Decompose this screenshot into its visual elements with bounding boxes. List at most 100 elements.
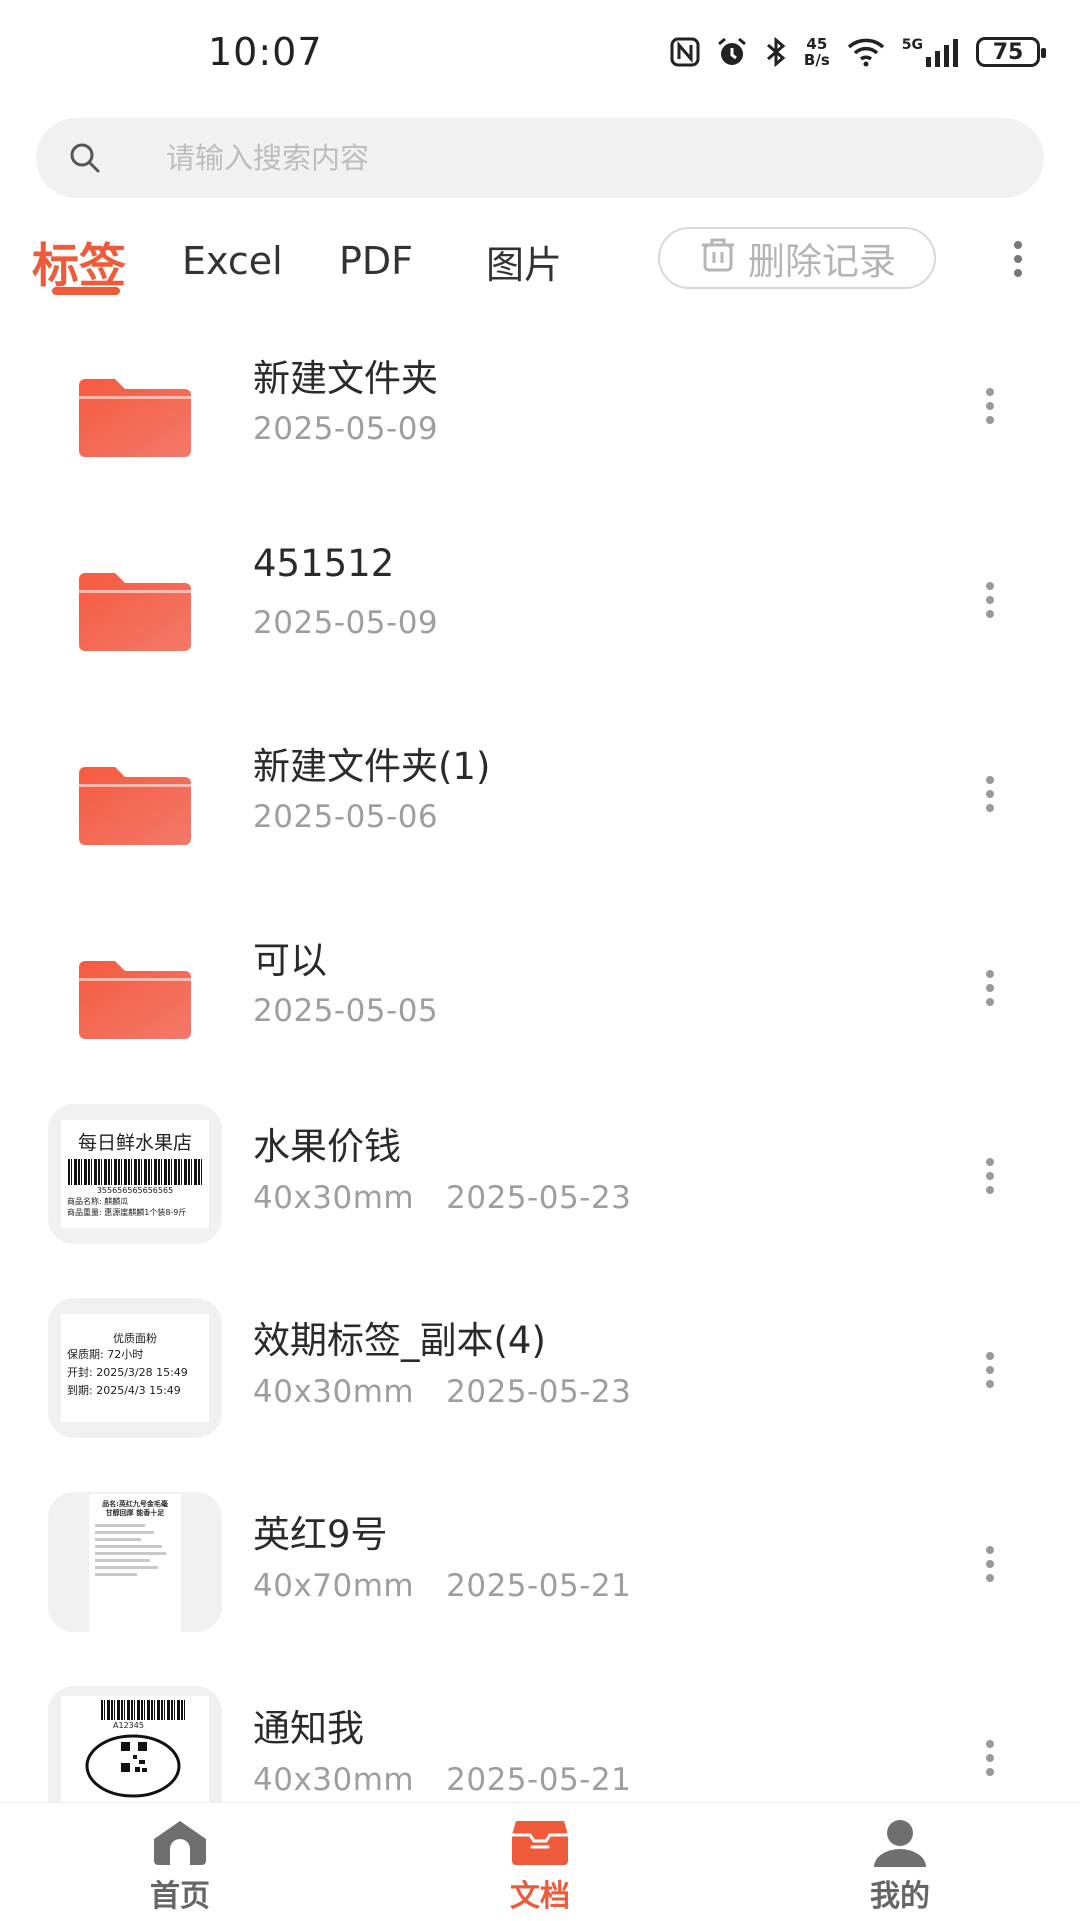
list-item[interactable]: 可以 2025-05-05: [0, 930, 1080, 1124]
status-icons: 45 B/s 5G 75: [670, 36, 1046, 68]
tab-label-text: 标签: [32, 238, 126, 294]
net-speed: 45 B/s: [804, 36, 830, 68]
delete-record-label: 删除记录: [748, 240, 896, 283]
label-thumbnail: 品名:英红九号金毛毫 甘醇回厚 能香十足: [48, 1492, 222, 1632]
list-item[interactable]: A12345 通知我 40x30mm 2025-05-21: [0, 1686, 1080, 1802]
preview-title: 优质面粉: [113, 1332, 157, 1345]
list-item[interactable]: 新建文件夹 2025-05-09: [0, 348, 1080, 542]
item-date: 2025-05-21: [446, 1568, 632, 1604]
item-size: 40x30mm: [253, 1762, 415, 1798]
preview-line: 到期: 2025/4/3 15:49: [67, 1384, 181, 1397]
nav-documents[interactable]: 文档: [440, 1803, 640, 1921]
label-thumbnail: 每日鲜水果店 355656565656565 商品名称: 麒麟瓜 商品重量: 惠…: [48, 1104, 222, 1244]
nav-home[interactable]: 首页: [80, 1803, 280, 1921]
nav-documents-label: 文档: [510, 1879, 570, 1914]
status-time: 10:07: [208, 30, 323, 74]
document-box-icon: [512, 1821, 568, 1865]
battery-indicator: 75: [976, 37, 1046, 67]
item-title: 可以: [253, 939, 327, 982]
item-more-icon[interactable]: [984, 1350, 996, 1394]
preview-line: 甘醇回厚 能香十足: [105, 1509, 165, 1517]
item-date: 2025-05-09: [253, 411, 439, 447]
tab-excel-text: Excel: [182, 239, 283, 283]
preview-code: 355656565656565: [96, 1186, 174, 1195]
item-more-icon[interactable]: [984, 774, 996, 818]
item-size: 40x70mm: [253, 1568, 415, 1604]
item-title: 英红9号: [253, 1513, 388, 1556]
search-bar[interactable]: [36, 118, 1044, 198]
item-meta: 40x70mm 2025-05-21: [253, 1568, 631, 1604]
folder-icon: [48, 348, 222, 488]
nav-profile[interactable]: 我的: [800, 1803, 1000, 1921]
item-title: 通知我: [253, 1707, 364, 1750]
list-item[interactable]: 451512 2025-05-09: [0, 542, 1080, 736]
tab-excel[interactable]: Excel: [182, 225, 283, 297]
label-preview: A12345: [61, 1696, 209, 1802]
active-tab-indicator: [52, 287, 120, 295]
preview-line: 保质期: 72小时: [67, 1348, 144, 1361]
preview-title: 每日鲜水果店: [77, 1132, 192, 1154]
alarm-icon: [716, 36, 748, 68]
tab-image-text: 图片: [486, 242, 563, 287]
folder-icon: [48, 542, 222, 682]
item-meta: 40x30mm 2025-05-23: [253, 1374, 631, 1410]
item-date: 2025-05-23: [446, 1374, 632, 1410]
item-more-icon[interactable]: [984, 1738, 996, 1782]
label-preview: 品名:英红九号金毛毫 甘醇回厚 能香十足: [89, 1494, 181, 1632]
preview-text-lines: [93, 1524, 177, 1576]
item-title: 水果价钱: [253, 1125, 401, 1168]
item-more-icon[interactable]: [984, 1156, 996, 1200]
item-more-icon[interactable]: [984, 386, 996, 430]
preview-line: 商品名称: 麒麟瓜: [67, 1197, 129, 1206]
bluetooth-icon: [764, 36, 788, 68]
barcode-icon: [68, 1159, 202, 1185]
more-options-icon[interactable]: [1012, 239, 1024, 283]
item-size: 40x30mm: [253, 1180, 415, 1216]
item-meta: 40x30mm 2025-05-23: [253, 1180, 631, 1216]
search-icon: [66, 139, 104, 181]
file-list: 新建文件夹 2025-05-09 451512 2025-05-09 新建文件夹…: [0, 320, 1080, 1802]
category-tabs: 标签 Excel PDF 图片 删除记录: [0, 225, 1080, 305]
tab-image[interactable]: 图片: [486, 225, 562, 297]
qr-code-icon: [85, 1734, 181, 1798]
preview-line: 开封: 2025/3/28 15:49: [67, 1366, 188, 1379]
item-title: 新建文件夹(1): [253, 745, 491, 788]
item-more-icon[interactable]: [984, 1544, 996, 1588]
item-date: 2025-05-06: [253, 799, 439, 835]
user-icon: [874, 1820, 926, 1867]
barcode-icon: [101, 1700, 185, 1720]
list-item[interactable]: 品名:英红九号金毛毫 甘醇回厚 能香十足 英红9号 40x70mm 2025-05…: [0, 1492, 1080, 1686]
item-date: 2025-05-05: [253, 993, 439, 1029]
home-icon: [154, 1821, 206, 1865]
list-item[interactable]: 优质面粉 保质期: 72小时 开封: 2025/3/28 15:49 到期: 2…: [0, 1298, 1080, 1492]
bottom-nav: 首页 文档 我的: [0, 1802, 1080, 1920]
delete-record-button[interactable]: 删除记录: [658, 227, 936, 289]
tab-pdf-text: PDF: [339, 239, 414, 283]
item-more-icon[interactable]: [984, 968, 996, 1012]
list-item[interactable]: 每日鲜水果店 355656565656565 商品名称: 麒麟瓜 商品重量: 惠…: [0, 1104, 1080, 1298]
item-size: 40x30mm: [253, 1374, 415, 1410]
preview-line: 品名:英红九号金毛毫: [102, 1500, 168, 1508]
item-meta: 40x30mm 2025-05-21: [253, 1762, 631, 1798]
folder-icon: [48, 930, 222, 1070]
list-item[interactable]: 新建文件夹(1) 2025-05-06: [0, 736, 1080, 930]
tab-pdf[interactable]: PDF: [339, 225, 413, 297]
net-speed-value: 45: [806, 35, 828, 53]
search-input[interactable]: [164, 118, 984, 198]
item-more-icon[interactable]: [984, 580, 996, 624]
nfc-icon: [670, 37, 700, 67]
signal-icon: 5G: [902, 37, 960, 67]
network-type: 5G: [901, 37, 923, 53]
label-thumbnail: 优质面粉 保质期: 72小时 开封: 2025/3/28 15:49 到期: 2…: [48, 1298, 222, 1438]
trash-icon: [698, 234, 738, 283]
nav-profile-label: 我的: [870, 1879, 930, 1914]
battery-level: 75: [992, 39, 1024, 65]
nav-home-label: 首页: [150, 1879, 210, 1914]
label-preview: 每日鲜水果店 355656565656565 商品名称: 麒麟瓜 商品重量: 惠…: [61, 1120, 209, 1228]
status-bar: 10:07 45 B/s 5G 75: [0, 0, 1080, 110]
net-speed-unit: B/s: [803, 51, 830, 69]
label-preview: 优质面粉 保质期: 72小时 开封: 2025/3/28 15:49 到期: 2…: [61, 1314, 209, 1422]
wifi-icon: [846, 37, 886, 67]
folder-icon: [48, 736, 222, 876]
item-title: 451512: [253, 542, 395, 585]
